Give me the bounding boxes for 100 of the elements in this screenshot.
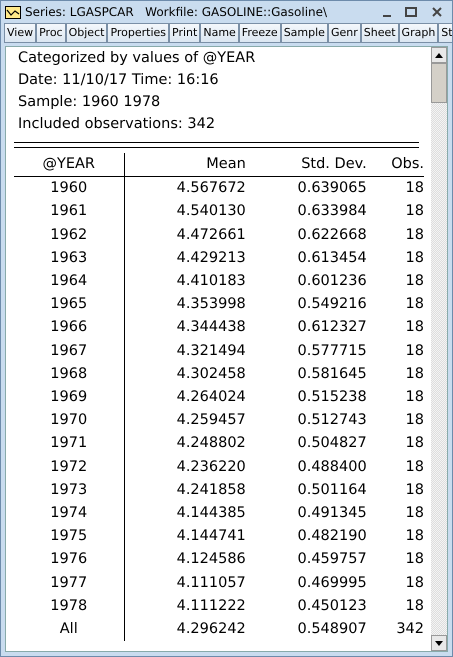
table-cell: 4.236220	[124, 456, 246, 479]
table-cell-text: 18	[404, 226, 424, 245]
column-header: Obs.	[366, 153, 424, 177]
down-arrow-icon	[435, 640, 443, 646]
table-cell-text: 18	[404, 364, 424, 384]
table-cell-text: 0.613454	[296, 248, 367, 268]
column-header: Std. Dev.	[246, 153, 367, 177]
table-cell: 1971	[14, 432, 124, 456]
window-title: Series: LGASPCAR Workfile: GASOLINE::Gasoline\	[25, 4, 328, 21]
table-cell: 1974	[14, 502, 124, 526]
table-cell: 1968	[14, 362, 124, 386]
table-cell: 4.111057	[124, 572, 246, 595]
table-cell-text: 18	[404, 342, 424, 361]
table-cell-text: 0.469995	[296, 574, 367, 593]
up-arrow-icon	[435, 52, 443, 58]
table-cell: 4.540130	[124, 200, 246, 224]
table-cell: 4.472661	[124, 224, 246, 247]
table-cell: 4.410183	[124, 270, 246, 294]
table-cell: 1961	[14, 200, 124, 224]
report-line: Sample: 1960 1978	[18, 93, 162, 112]
table-cell-text: 0.622668	[296, 226, 367, 245]
table-cell-text: 18	[404, 550, 424, 570]
toolbar-button[interactable]: Sheet	[360, 23, 399, 43]
table-cell-text: 0.488400	[296, 458, 367, 477]
table-cell-text: 342	[395, 620, 424, 640]
table-cell-text: 18	[404, 318, 424, 338]
table-cell-text: 18	[404, 527, 424, 546]
table-cell-text: 0.581645	[296, 364, 367, 384]
column-header: Mean	[124, 153, 246, 177]
table-cell: 1970	[14, 409, 124, 432]
scroll-up-button[interactable]	[431, 47, 447, 63]
scrollbar-thumb[interactable]	[431, 63, 447, 103]
table-cell-text: 0.504827	[296, 434, 367, 454]
table-cell: 1969	[14, 386, 124, 410]
toolbar-button[interactable]: Genr	[328, 23, 361, 43]
table-cell: 1976	[14, 548, 124, 572]
table-cell-text: 0.515238	[296, 388, 367, 408]
table-cell: 4.429213	[124, 246, 246, 270]
table-cell-text: 18	[404, 411, 424, 430]
table-cell: 0.639065	[246, 176, 367, 200]
table-cell-text: 0.459757	[296, 550, 367, 570]
table-cell: 1978	[14, 594, 124, 618]
table-cell-text: 18	[404, 272, 424, 292]
table-cell-text: 0.633984	[296, 202, 367, 222]
report-line: Date: 11/10/17 Time: 16:16	[18, 71, 220, 90]
toolbar-button[interactable]: Properties	[107, 23, 170, 43]
table-cell: 1975	[14, 525, 124, 548]
table-cell: All	[14, 618, 124, 642]
report-line: Included observations: 342	[18, 115, 216, 134]
table-cell-text: 18	[404, 574, 424, 593]
table-cell-text: 18	[404, 202, 424, 222]
table-cell: 1962	[14, 224, 124, 247]
table-cell-text: 0.612327	[296, 318, 367, 338]
table-cell: 4.264024	[124, 386, 246, 410]
toolbar-button[interactable]: Freeze	[238, 23, 281, 43]
toolbar-button[interactable]: Print	[169, 23, 200, 43]
table-cell: 1964	[14, 270, 124, 294]
table-cell-text: 18	[404, 458, 424, 477]
toolbar-button[interactable]: Name	[200, 23, 239, 43]
table-cell-text: 18	[404, 480, 424, 500]
table-cell: 1977	[14, 572, 124, 595]
toolbar-button[interactable]: Graph	[398, 23, 438, 43]
table-cell-text: 18	[404, 295, 424, 314]
toolbar-button[interactable]: St	[438, 23, 452, 43]
table-cell: 4.241858	[124, 478, 246, 502]
table-cell: 1966	[14, 316, 124, 340]
maximize-icon	[405, 7, 417, 18]
scroll-down-button[interactable]	[431, 635, 447, 651]
toolbar-button[interactable]: Sample	[280, 23, 328, 43]
toolbar-button[interactable]: View	[4, 23, 36, 43]
table-cell: 1973	[14, 478, 124, 502]
table-cell-text: 0.548907	[296, 620, 367, 640]
toolbar-button[interactable]: Object	[66, 23, 108, 43]
table-cell: 4.144385	[124, 502, 246, 526]
table-cell: 4.111222	[124, 594, 246, 618]
table-cell-text: 18	[404, 434, 424, 454]
table-cell-text: 18	[404, 248, 424, 268]
table-cell: 1965	[14, 293, 124, 316]
table-cell: 4.321494	[124, 340, 246, 363]
table-cell: 4.302458	[124, 362, 246, 386]
table-cell: 1967	[14, 340, 124, 363]
table-cell-text: 0.501164	[296, 480, 367, 500]
table-cell: 4.344438	[124, 316, 246, 340]
table-cell-text: 0.491345	[296, 504, 367, 524]
table-cell: 1960	[14, 176, 124, 200]
table-cell: 4.353998	[124, 293, 246, 316]
table-cell: 1963	[14, 246, 124, 270]
table-cell-text: 0.482190	[296, 527, 367, 546]
table-cell-text: 18	[404, 596, 424, 616]
close-icon	[431, 7, 443, 18]
table-cell: 18	[366, 176, 424, 200]
table-cell-text: 18	[404, 504, 424, 524]
table-cell-text: 0.450123	[296, 596, 367, 616]
table-cell: 4.124586	[124, 548, 246, 572]
minimize-icon	[383, 15, 391, 18]
table-cell: 4.296242	[124, 618, 246, 642]
column-header: @YEAR	[14, 153, 124, 177]
table-cell-text: 0.577715	[296, 342, 367, 361]
toolbar-button[interactable]: Proc	[36, 23, 66, 43]
table-cell: 1972	[14, 456, 124, 479]
